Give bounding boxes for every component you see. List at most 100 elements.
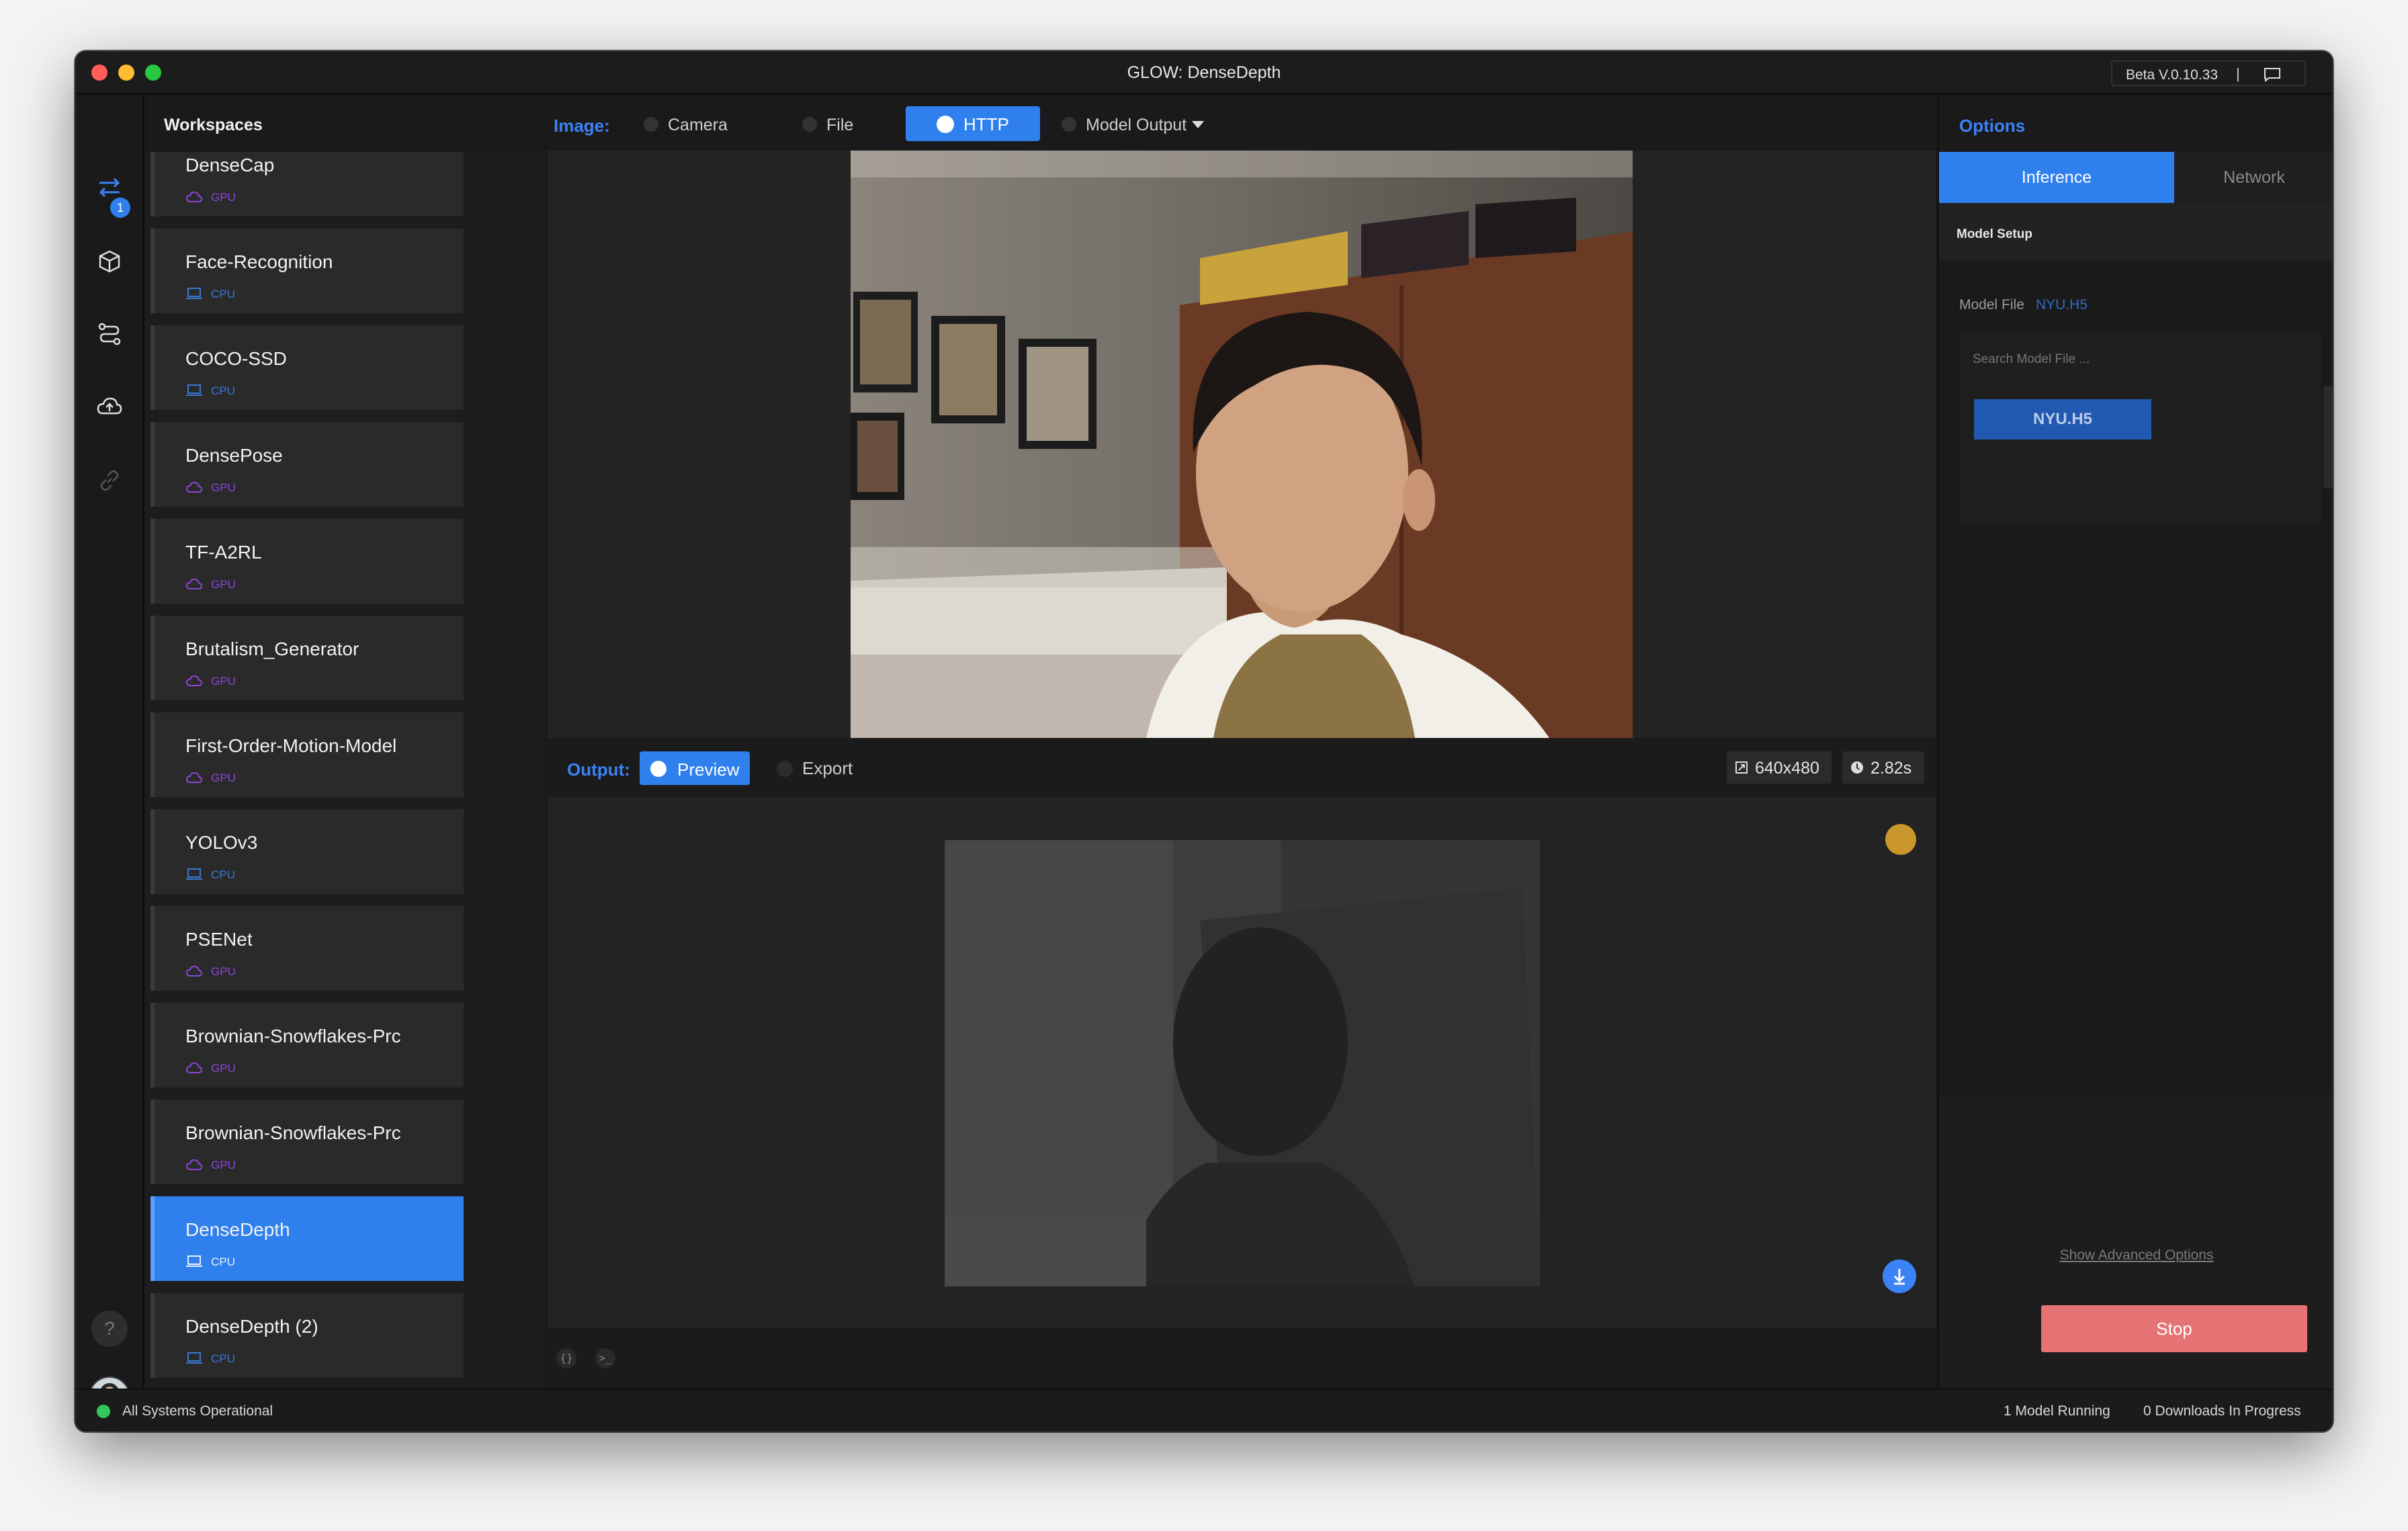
options-panel: Options Inference Network Model Setup Mo… — [1938, 95, 2333, 1389]
tab-inference[interactable]: Inference — [1939, 152, 2174, 203]
models-running-text[interactable]: 1 Model Running — [2004, 1403, 2110, 1419]
model-output-label: Model Output — [1086, 116, 1187, 134]
image-toolbar: Image: Camera File HTTP Model Output — [547, 95, 1936, 151]
model-file-list: NYU.H5 — [1959, 388, 2322, 523]
clock-icon — [1851, 761, 1863, 774]
model-file-value: NYU.H5 — [2036, 297, 2088, 313]
version-separator: | — [2236, 65, 2240, 82]
laptop-icon — [186, 1352, 202, 1364]
model-file-search-input[interactable] — [1959, 332, 2322, 387]
options-title: Options — [1959, 116, 2026, 136]
output-label: Output: — [567, 759, 630, 780]
workspace-card[interactable]: Brownian-Snowflakes-Prc GPU — [150, 1003, 464, 1087]
time-badge: 2.82s — [1842, 751, 1924, 784]
title-bar: GLOW: DenseDepth Beta V.0.10.33 | — [75, 51, 2333, 94]
device-label: CPU — [211, 288, 235, 300]
stop-button[interactable]: Stop — [2041, 1305, 2307, 1352]
workspace-name: COCO-SSD — [185, 348, 287, 369]
workspace-name: DenseDepth — [185, 1219, 290, 1240]
resolution-text: 640x480 — [1755, 759, 1819, 778]
model-file-item[interactable]: NYU.H5 — [1974, 399, 2151, 440]
export-icon — [777, 761, 793, 777]
model-setup-section[interactable]: Model Setup — [1939, 203, 2333, 261]
device-label: GPU — [211, 191, 236, 204]
http-icon — [937, 116, 954, 133]
device-label: GPU — [211, 1159, 236, 1171]
cloud-icon — [185, 965, 203, 977]
workspace-card[interactable]: DenseDepth CPU — [150, 1196, 464, 1281]
pipeline-icon[interactable] — [95, 320, 124, 348]
workspace-name: Brutalism_Generator — [185, 638, 359, 659]
workspace-name: DensePose — [185, 445, 283, 466]
workspace-card[interactable]: DenseDepth (2) CPU — [150, 1293, 464, 1378]
workspace-name: PSENet — [185, 929, 253, 950]
laptop-icon — [186, 1255, 202, 1267]
device-label: GPU — [211, 772, 236, 784]
workspace-name: Face-Recognition — [185, 251, 333, 272]
workspace-card[interactable]: DensePose GPU — [150, 422, 464, 507]
resolution-badge: 640x480 — [1727, 751, 1832, 784]
workspace-card[interactable]: First-Order-Motion-Model GPU — [150, 712, 464, 797]
camera-icon — [644, 117, 658, 132]
device-label: GPU — [211, 965, 236, 978]
workspaces-title: Workspaces — [164, 116, 263, 134]
link-icon — [1062, 117, 1076, 132]
chevron-down-icon[interactable] — [1192, 121, 1204, 128]
eye-icon — [650, 761, 666, 777]
workspace-list[interactable]: DenseCap GPU Face-Recognition CPU COCO-SSD CP… — [145, 152, 546, 1389]
cloud-icon — [185, 191, 203, 202]
file-list-scrollbar[interactable] — [2323, 386, 2333, 488]
preview-button[interactable]: Preview — [640, 751, 750, 785]
workspace-card[interactable]: TF-A2RL GPU — [150, 519, 464, 604]
workspace-card[interactable]: Face-Recognition CPU — [150, 229, 464, 313]
workspace-card[interactable]: PSENet GPU — [150, 906, 464, 991]
file-icon — [802, 117, 817, 132]
downloads-text[interactable]: 0 Downloads In Progress — [2143, 1403, 2301, 1419]
device-label: CPU — [211, 868, 235, 881]
tab-network[interactable]: Network — [2174, 152, 2333, 203]
device-label: CPU — [211, 1352, 235, 1365]
cloud-icon — [185, 772, 203, 783]
workspace-card[interactable]: Brutalism_Generator GPU — [150, 616, 464, 700]
device-label: GPU — [211, 481, 236, 494]
console-bar: {} >_ — [547, 1328, 1936, 1389]
show-advanced-options-link[interactable]: Show Advanced Options — [1939, 1247, 2333, 1264]
system-status-text: All Systems Operational — [122, 1403, 273, 1419]
camera-label: Camera — [668, 116, 728, 134]
export-label: Export — [802, 758, 853, 778]
device-label: GPU — [211, 1062, 236, 1075]
workspace-card[interactable]: Brownian-Snowflakes-Prc GPU — [150, 1100, 464, 1184]
status-bar: All Systems Operational 1 Model Running … — [75, 1389, 2333, 1432]
time-text: 2.82s — [1870, 759, 1912, 778]
workspace-card[interactable]: DenseCap GPU — [150, 152, 464, 216]
terminal-icon[interactable]: >_ — [595, 1348, 615, 1368]
workspace-count-badge: 1 — [110, 198, 130, 218]
cloud-icon — [185, 675, 203, 686]
link-icon[interactable] — [95, 466, 124, 495]
input-photo — [851, 151, 1633, 738]
http-source-button[interactable]: HTTP — [906, 106, 1040, 141]
workspace-name: Brownian-Snowflakes-Prc — [185, 1122, 401, 1143]
cloud-icon — [185, 481, 203, 493]
version-label: Beta V.0.10.33 — [2126, 67, 2219, 83]
output-image-area — [547, 797, 1936, 1328]
cloud-upload-icon[interactable] — [95, 392, 124, 421]
device-label: CPU — [211, 384, 235, 397]
cube-icon[interactable] — [95, 247, 124, 276]
resize-icon — [1735, 761, 1748, 774]
workspace-name: First-Order-Motion-Model — [185, 735, 397, 756]
workspace-name: YOLOv3 — [185, 832, 258, 853]
device-label: GPU — [211, 675, 236, 688]
download-icon[interactable] — [1883, 1259, 1916, 1293]
feedback-icon[interactable] — [2263, 67, 2282, 82]
model-file-label: Model File — [1959, 297, 2024, 313]
options-header: Options — [1939, 95, 2333, 152]
status-ok-indicator — [97, 1405, 110, 1418]
workspace-card[interactable]: COCO-SSD CPU — [150, 325, 464, 410]
laptop-icon — [186, 288, 202, 299]
workspace-card[interactable]: YOLOv3 CPU — [150, 809, 464, 894]
ai-processing-icon[interactable] — [1885, 824, 1916, 855]
code-icon[interactable]: {} — [556, 1348, 576, 1368]
help-button[interactable]: ? — [91, 1311, 128, 1347]
model-setup-body: Model File NYU.H5 NYU.H5 — [1939, 261, 2333, 1094]
